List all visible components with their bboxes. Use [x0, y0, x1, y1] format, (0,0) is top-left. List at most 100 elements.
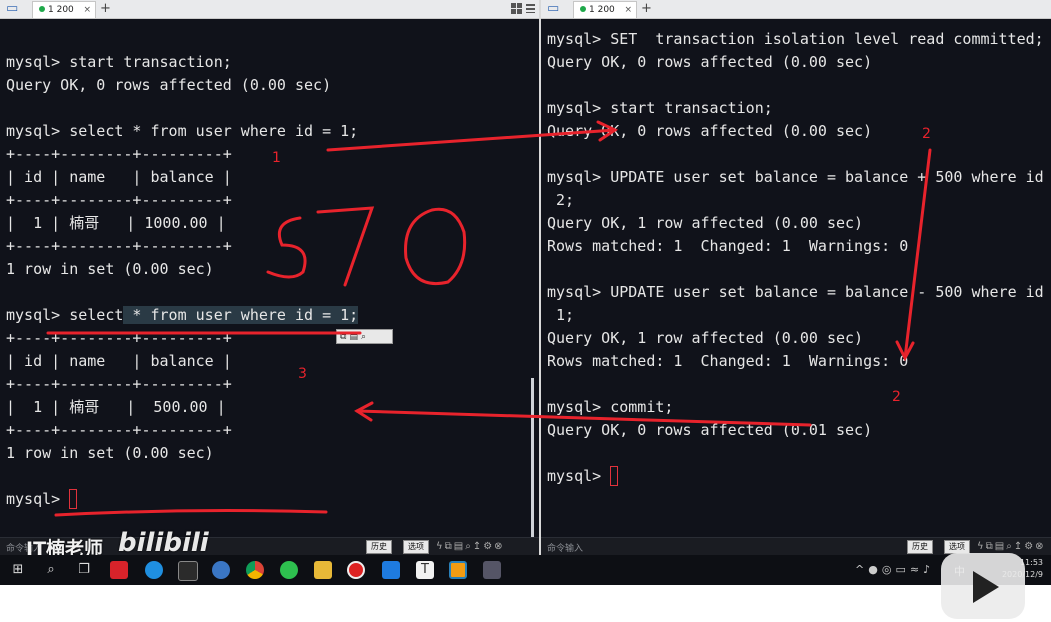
paste-icon[interactable]: ▤ [349, 332, 361, 342]
history-button[interactable]: 历史 [907, 540, 933, 554]
app-icon-window[interactable] [483, 561, 501, 579]
prompt: mysql> [6, 490, 70, 508]
volume-icon[interactable]: ♪ [923, 563, 934, 576]
app-icon-circle[interactable] [212, 561, 230, 579]
left-terminal-pane[interactable]: ▭ 1 200 × + mysql> start transaction; Quer… [0, 0, 540, 555]
upload-icon[interactable]: ↥ [1014, 541, 1024, 552]
terminal-line: 1 row in set (0.00 sec) [6, 260, 214, 278]
left-terminal-output[interactable]: mysql> start transaction; Query OK, 0 row… [6, 51, 359, 511]
play-button[interactable] [941, 553, 1025, 619]
close-tab-icon[interactable]: × [83, 2, 91, 18]
history-button[interactable]: 历史 [366, 540, 392, 554]
terminal-line: mysql> start transaction; [6, 53, 232, 71]
windows-start-icon[interactable]: ⊞ [9, 561, 27, 579]
paste-icon[interactable]: ▤ [995, 541, 1006, 552]
close-icon[interactable]: ⊗ [494, 541, 504, 552]
terminal-line: Query OK, 0 rows affected (0.00 sec) [547, 122, 873, 140]
task-view-icon[interactable]: ❐ [75, 561, 93, 579]
upload-icon[interactable]: ↥ [473, 541, 483, 552]
system-tray[interactable]: ^●◎▭≈♪ [855, 561, 934, 579]
scrollbar[interactable] [531, 378, 534, 538]
paste-icon[interactable]: ▤ [454, 541, 465, 552]
terminal-line: mysql> SET transaction isolation level r… [547, 30, 1044, 48]
folder-icon[interactable]: ▭ [6, 2, 26, 16]
terminal-line: mysql> select * from user where id = 1; [6, 306, 359, 324]
new-tab-icon[interactable]: + [100, 0, 111, 17]
wechat-icon[interactable] [280, 561, 298, 579]
terminal-line: +----+--------+---------+ [6, 237, 232, 255]
network-icon[interactable]: ◎ [882, 563, 896, 576]
menu-icon[interactable] [526, 4, 535, 13]
command-bar-icons[interactable]: ϟ⧉▤⌕↥⚙⊗ [977, 540, 1046, 553]
right-terminal-pane[interactable]: ▭ 1 200 × + mysql> SET transaction isolat… [541, 0, 1051, 555]
tab-label: 1 200 [48, 5, 74, 15]
terminal-line: Query OK, 1 row affected (0.00 sec) [547, 329, 864, 347]
terminal-line: 1 row in set (0.00 sec) [6, 444, 214, 462]
terminal-line: | 1 | 楠哥 | 1000.00 | [6, 214, 226, 232]
gear-icon[interactable]: ⚙ [1024, 541, 1035, 552]
close-icon[interactable]: ⊗ [1035, 541, 1045, 552]
terminal-line: Query OK, 0 rows affected (0.01 sec) [547, 421, 873, 439]
app-icon-blue[interactable] [145, 561, 163, 579]
terminal-line: 1; [547, 306, 575, 324]
copy-icon[interactable]: ⧉ [445, 541, 454, 552]
lightning-icon[interactable]: ϟ [436, 541, 445, 552]
terminal-line: Rows matched: 1 Changed: 1 Warnings: 0 [547, 352, 909, 370]
intellij-icon[interactable] [178, 561, 198, 581]
layout-grid-icon[interactable] [511, 3, 522, 14]
chrome-icon[interactable] [246, 561, 264, 579]
microphone-icon[interactable]: ● [868, 563, 882, 576]
file-explorer-icon[interactable] [314, 561, 332, 579]
terminal-line: +----+--------+---------+ [6, 421, 232, 439]
tab-label: 1 200 [589, 5, 615, 15]
text-selection: * from user where id = 1; [123, 306, 359, 324]
terminal-prompt-line[interactable]: mysql> [547, 465, 1051, 488]
annotation-label-2a: 2 [922, 126, 931, 142]
app-icon-phone[interactable] [382, 561, 400, 579]
terminal-line: Query OK, 0 rows affected (0.00 sec) [547, 53, 873, 71]
terminal-line: | 1 | 楠哥 | 500.00 | [6, 398, 226, 416]
play-icon [973, 571, 999, 603]
new-tab-icon[interactable]: + [641, 0, 652, 17]
gear-icon[interactable]: ⚙ [483, 541, 494, 552]
left-tab-bar: ▭ 1 200 × + [0, 0, 540, 19]
options-button[interactable]: 选项 [403, 540, 429, 554]
right-terminal-output[interactable]: mysql> SET transaction isolation level r… [547, 28, 1051, 488]
terminal-line: 2; [547, 191, 575, 209]
display-icon[interactable]: ▭ [895, 563, 909, 576]
copy-icon[interactable]: ⧉ [986, 541, 995, 552]
app-icon-orange[interactable] [449, 561, 467, 579]
chevron-up-icon[interactable]: ^ [855, 563, 868, 576]
app-icon-red[interactable] [110, 561, 128, 579]
text-cursor [610, 466, 619, 486]
terminal-prompt-line[interactable]: mysql> [6, 488, 358, 511]
lightning-icon[interactable]: ϟ [977, 541, 986, 552]
left-session-tab[interactable]: 1 200 × [32, 1, 96, 18]
annotation-label-1: 1 [272, 150, 281, 166]
typora-icon[interactable]: T [416, 561, 434, 579]
copy-toolbar[interactable]: ⧉▤⌕ [336, 329, 393, 344]
terminal-line: Query OK, 0 rows affected (0.00 sec) [6, 76, 332, 94]
close-tab-icon[interactable]: × [624, 2, 632, 18]
terminal-line: mysql> select * from user where id = 1; [6, 122, 359, 140]
right-session-tab[interactable]: 1 200 × [573, 1, 637, 18]
search-icon[interactable]: ⌕ [1006, 541, 1014, 552]
connected-status-icon [39, 6, 45, 12]
search-icon[interactable]: ⌕ [465, 541, 473, 552]
search-icon[interactable]: ⌕ [42, 561, 60, 579]
wifi-icon[interactable]: ≈ [910, 563, 923, 576]
record-icon[interactable] [347, 561, 365, 579]
windows-taskbar: ⊞ ⌕ ❐ T ^●◎▭≈♪ 中 11:53 2020/12/9 [0, 555, 1051, 585]
folder-icon[interactable]: ▭ [547, 2, 567, 16]
command-bar-icons[interactable]: ϟ⧉▤⌕↥⚙⊗ [436, 540, 505, 553]
search-icon[interactable]: ⌕ [361, 332, 369, 342]
terminal-line: mysql> commit; [547, 398, 674, 416]
command-input-label[interactable]: 命令输入 [547, 541, 583, 554]
options-button[interactable]: 选项 [944, 540, 970, 554]
prompt: mysql> [547, 467, 611, 485]
